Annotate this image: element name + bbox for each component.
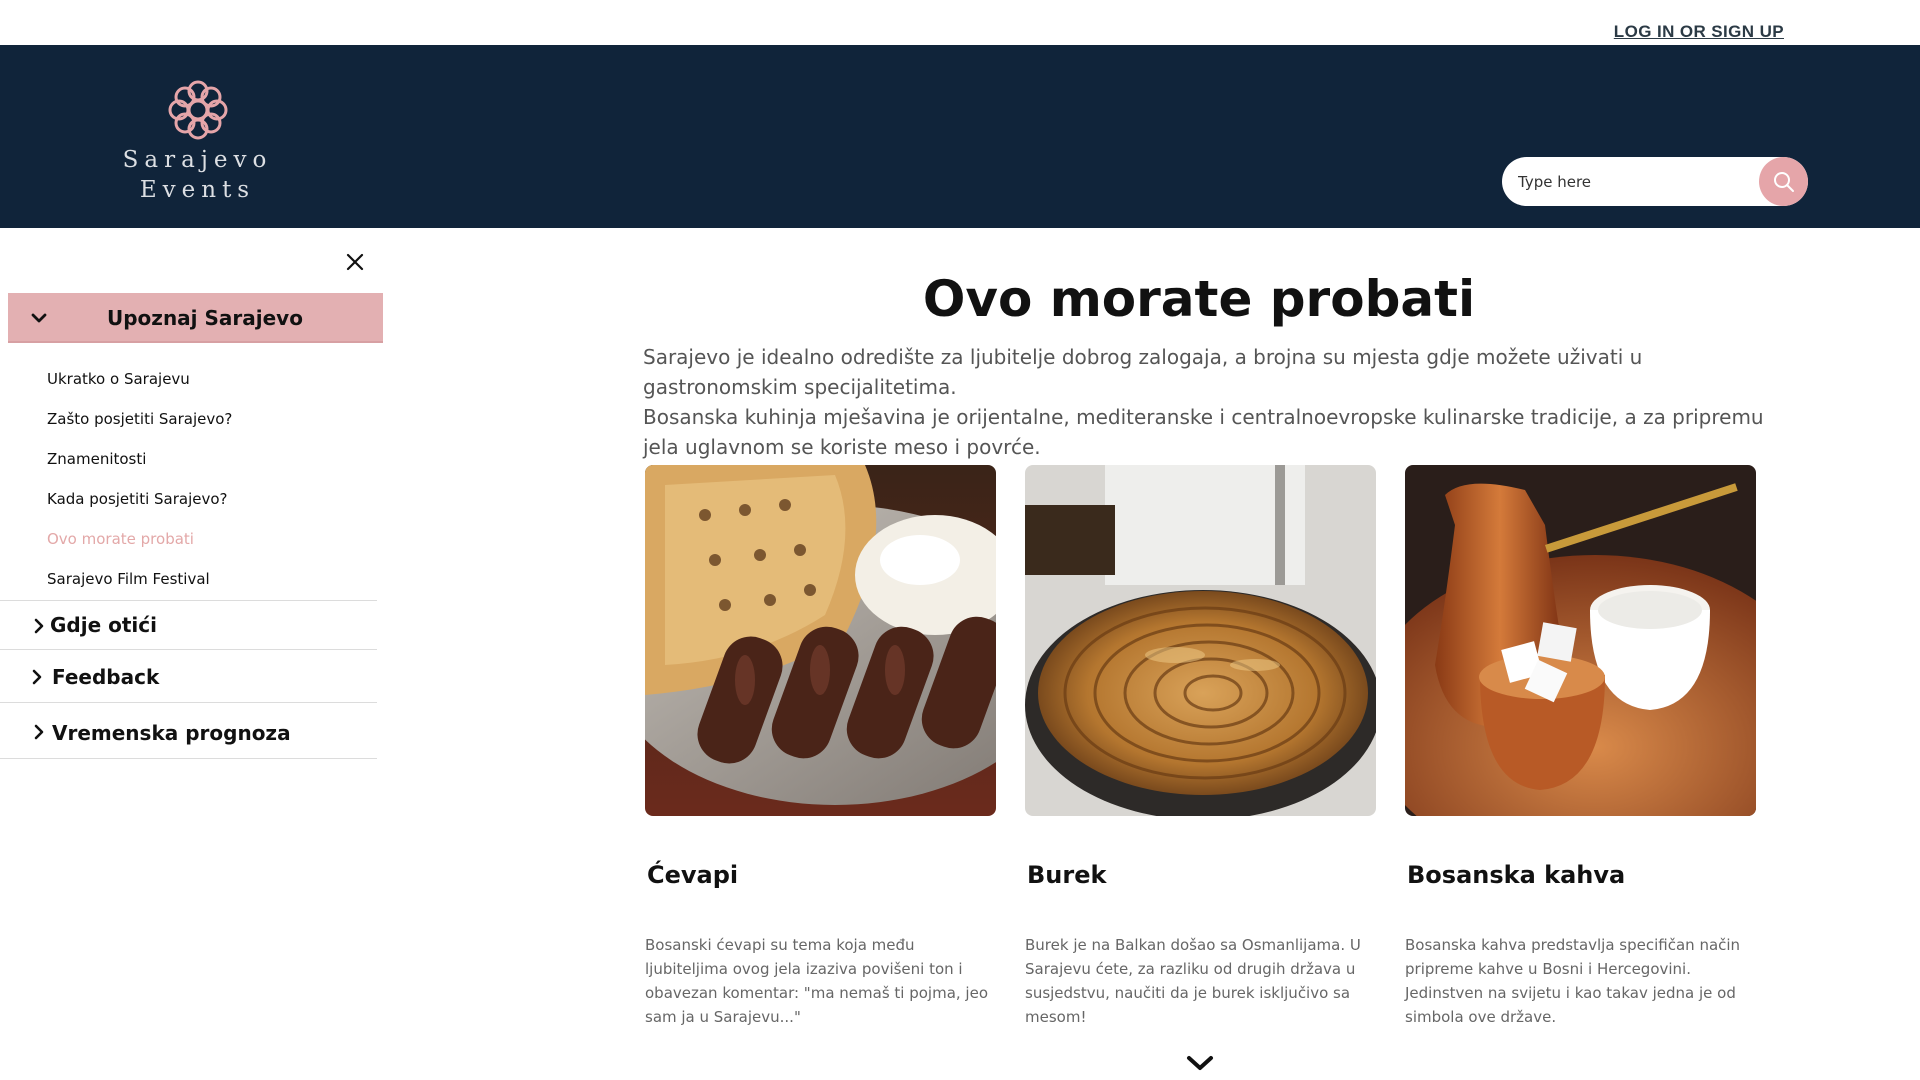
sidebar-section-gdje-otici[interactable]: Gdje otići xyxy=(0,600,377,650)
chevron-right-icon xyxy=(32,669,42,685)
login-signup-link[interactable]: LOG IN OR SIGN UP xyxy=(1614,22,1784,42)
chevron-right-icon xyxy=(34,724,44,740)
sidebar-section-upoznaj-sarajevo[interactable]: Upoznaj Sarajevo xyxy=(8,293,383,343)
sidebar-item-ukratko[interactable]: Ukratko o Sarajevu xyxy=(47,370,190,388)
sidebar-section-feedback[interactable]: Feedback xyxy=(0,650,377,703)
bosanska-kahva-image xyxy=(1405,465,1756,816)
burek-image xyxy=(1025,465,1376,816)
sidebar-section-vremenska-prognoza[interactable]: Vremenska prognoza xyxy=(0,703,377,759)
card-title: Ćevapi xyxy=(647,861,739,889)
food-card-burek[interactable]: Burek Burek je na Balkan došao sa Osmanl… xyxy=(1025,465,1376,1026)
sidebar-item-ovo-morate-probati[interactable]: Ovo morate probati xyxy=(47,530,194,548)
card-description: Burek je na Balkan došao sa Osmanlijama.… xyxy=(1025,936,1361,1026)
card-description: Bosanski ćevapi su tema koja među ljubit… xyxy=(645,936,989,1026)
site-logo[interactable]: Sarajevo Events xyxy=(120,77,275,203)
sidebar-section-label: Feedback xyxy=(52,665,160,689)
sidebar-item-znamenitosti[interactable]: Znamenitosti xyxy=(47,450,146,468)
chevron-right-icon xyxy=(34,618,44,634)
page-title: Ovo morate probati xyxy=(922,270,1476,328)
top-bar: LOG IN OR SIGN UP xyxy=(0,0,1920,45)
knot-logo-icon xyxy=(168,80,227,140)
sidebar-section-label: Vremenska prognoza xyxy=(52,721,291,745)
search-button[interactable] xyxy=(1759,157,1808,206)
cevapi-image xyxy=(645,465,996,816)
sidebar-item-film-festival[interactable]: Sarajevo Film Festival xyxy=(47,570,210,588)
sidebar-item-kada-posjetiti[interactable]: Kada posjetiti Sarajevo? xyxy=(47,490,228,508)
sidebar-item-zasto-posjetiti[interactable]: Zašto posjetiti Sarajevo? xyxy=(47,410,232,428)
food-card-bosanska-kahva[interactable]: Bosanska kahva Bosanska kahva predstavlj… xyxy=(1405,465,1756,1026)
logo-text-line1: Sarajevo xyxy=(122,147,273,173)
intro-paragraph-1: Sarajevo je idealno odredište za ljubite… xyxy=(643,345,1643,399)
search-input[interactable] xyxy=(1518,157,1748,206)
search-icon xyxy=(1773,171,1794,192)
sidebar-section-label: Upoznaj Sarajevo xyxy=(107,306,303,330)
intro-paragraph-2: Bosanska kuhinja mješavina je orijentaln… xyxy=(643,405,1764,459)
close-icon[interactable] xyxy=(343,250,367,274)
site-header: Sarajevo Events xyxy=(0,45,1920,228)
logo-text-line2: Events xyxy=(139,177,256,203)
search-bar xyxy=(1502,157,1808,206)
sidebar-section-label: Gdje otići xyxy=(50,613,157,637)
intro-text: Sarajevo je idealno odredište za ljubite… xyxy=(643,342,1793,462)
card-title: Bosanska kahva xyxy=(1407,861,1626,889)
card-description: Bosanska kahva predstavlja specifičan na… xyxy=(1405,936,1741,1026)
card-title: Burek xyxy=(1027,861,1107,889)
chevron-down-icon[interactable] xyxy=(1185,1054,1215,1074)
chevron-down-icon xyxy=(31,313,47,323)
food-card-cevapi[interactable]: Ćevapi Bosanski ćevapi su tema koja među… xyxy=(645,465,996,1026)
